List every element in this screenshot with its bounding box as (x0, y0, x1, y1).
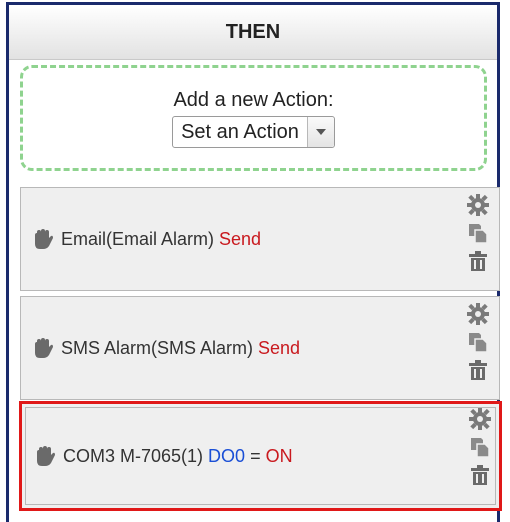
action-text: Email(Email Alarm) Send (61, 229, 261, 250)
action-subject: COM3 M-7065(1) (63, 445, 209, 466)
action-subject: Email(Email Alarm) (61, 228, 220, 249)
hand-drag-icon[interactable] (33, 445, 57, 467)
action-subject: SMS Alarm(SMS Alarm) (61, 337, 259, 358)
hand-drag-icon[interactable] (31, 337, 55, 359)
panel-header: THEN (9, 5, 497, 60)
panel-title: THEN (225, 20, 281, 43)
copy-icon[interactable] (467, 331, 489, 353)
action-select[interactable]: Set an Action (172, 115, 335, 148)
gear-icon[interactable] (467, 194, 489, 216)
chevron-down-icon[interactable] (306, 116, 334, 147)
gear-icon[interactable] (469, 408, 491, 430)
action-keyword: Send (258, 337, 301, 358)
copy-icon[interactable] (467, 222, 489, 244)
hand-drag-icon[interactable] (31, 228, 55, 250)
action-keyword: Send (219, 228, 262, 249)
gear-icon[interactable] (467, 303, 489, 325)
action-target: DO0 (208, 445, 246, 466)
action-select-value: Set an Action (181, 121, 299, 143)
add-action-label: Add a new Action: (173, 88, 334, 111)
trash-icon[interactable] (467, 250, 489, 272)
action-item-selected[interactable]: COM3 M-7065(1) DO0 = ON (19, 401, 502, 511)
action-text: COM3 M-7065(1) DO0 = ON (63, 446, 293, 467)
trash-icon[interactable] (467, 359, 489, 381)
copy-icon[interactable] (469, 436, 491, 458)
action-item[interactable]: Email(Email Alarm) Send (20, 187, 500, 291)
action-value: ON (265, 445, 293, 466)
add-action-dropzone[interactable]: Add a new Action: Set an Action (20, 65, 487, 171)
action-item[interactable]: SMS Alarm(SMS Alarm) Send (20, 296, 500, 400)
action-text: SMS Alarm(SMS Alarm) Send (61, 338, 300, 359)
trash-icon[interactable] (469, 464, 491, 486)
action-operator: = (245, 445, 266, 466)
